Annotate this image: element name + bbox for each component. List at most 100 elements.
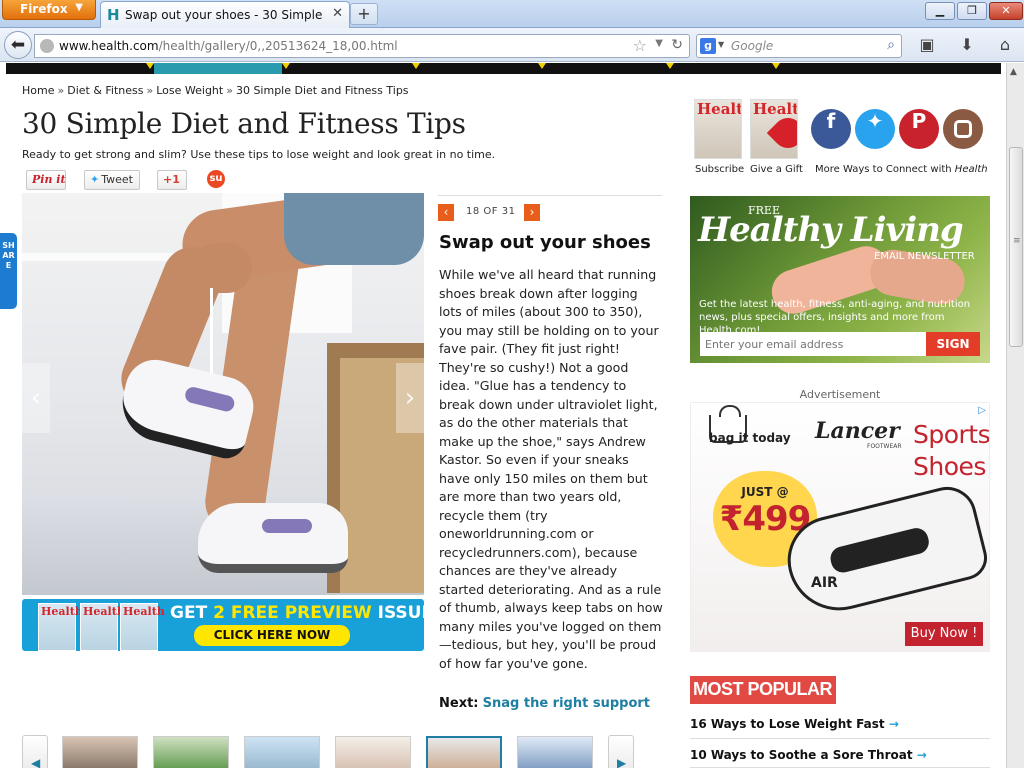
triangle-right-icon: ▶ [617, 756, 627, 768]
stumbleupon-icon[interactable]: su [207, 170, 225, 188]
gplus-label: +1 [163, 173, 180, 186]
globe-icon [40, 39, 54, 53]
firefox-label: Firefox [20, 2, 68, 16]
tweet-label: Tweet [101, 173, 133, 186]
thumbnail[interactable] [517, 736, 593, 768]
thumbs-prev-button[interactable]: ◀ [22, 735, 48, 768]
page-subtitle: Ready to get strong and slim? Use these … [22, 148, 496, 161]
history-dropdown-icon[interactable]: ▼ [655, 38, 663, 49]
buy-now-button[interactable]: Buy Now ! [905, 622, 983, 646]
share-tab[interactable]: SHARE [0, 233, 17, 309]
nav-arrow-icon [772, 63, 780, 69]
divider [690, 738, 990, 739]
subscribe-link[interactable]: Subscribe [695, 164, 744, 175]
downloads-icon[interactable]: ⬇ [952, 34, 982, 56]
bookmark-star-icon[interactable]: ☆ [633, 36, 647, 55]
share-label: SHARE [2, 241, 15, 270]
slide-body: While we've all heard that running shoes… [439, 267, 663, 671]
url-text[interactable]: www.health.com/health/gallery/0,,2051362… [59, 39, 398, 53]
ad-bag-text: bag it today [709, 431, 791, 445]
minimize-button[interactable]: ▁ [925, 2, 955, 20]
firefox-menu-button[interactable]: Firefox ▼ [2, 0, 96, 20]
pin-it-label: Pin it [32, 173, 66, 186]
twitter-icon[interactable]: ✦ [855, 109, 895, 149]
give-gift-link[interactable]: Give a Gift [750, 164, 803, 175]
photo-prev-arrow-icon[interactable]: ‹ [22, 363, 50, 433]
photo-next-arrow-icon[interactable]: › [396, 363, 424, 433]
address-bar[interactable]: www.health.com/health/gallery/0,,2051362… [34, 34, 690, 58]
next-slide-link: Next: Snag the right support [439, 696, 651, 711]
breadcrumb-diet-fitness[interactable]: Diet & Fitness [67, 84, 143, 97]
site-nav-active-tab[interactable] [154, 63, 282, 74]
gift-magazine-image[interactable]: Health [750, 99, 798, 159]
bookmarks-menu-icon[interactable]: ▣ [912, 34, 942, 56]
page-title: 30 Simple Diet and Fitness Tips [22, 107, 466, 140]
newsletter-signup: FREE Healthy Living EMAIL NEWSLETTER Get… [690, 196, 990, 363]
arrow-right-icon: → [916, 748, 927, 762]
thumbnail[interactable] [62, 736, 138, 768]
newsletter-title: Healthy Living [698, 210, 964, 250]
tweet-button[interactable]: ✦ Tweet [84, 170, 140, 190]
lancer-shoes-ad[interactable]: ▷ bag it today Lancer FOOTWEAR Sports Sho… [690, 402, 990, 652]
subscribe-magazine-image[interactable]: Health [694, 99, 742, 159]
magazine-cover-image: Health [80, 603, 125, 651]
close-tab-icon[interactable]: ✕ [332, 6, 343, 21]
google-icon[interactable]: g [700, 38, 716, 54]
title-bar: Firefox ▼ H Swap out your shoes - 30 Simp… [0, 0, 1024, 28]
vertical-scrollbar[interactable]: ▲ [1006, 63, 1024, 768]
search-bar[interactable]: g ▼ Google ⌕ [696, 34, 902, 58]
breadcrumb-home[interactable]: Home [22, 84, 54, 97]
divider [438, 195, 662, 196]
slide-photo: ‹ › [22, 193, 424, 595]
pin-it-button[interactable]: Pin it [26, 170, 66, 190]
google-plus-button[interactable]: +1 [157, 170, 187, 190]
pinterest-icon[interactable]: P [899, 109, 939, 149]
popular-link[interactable]: 10 Ways to Soothe a Sore Throat → [690, 748, 927, 762]
nav-arrow-icon [282, 63, 290, 69]
popular-link[interactable]: 16 Ways to Lose Weight Fast → [690, 717, 899, 731]
site-nav-bar[interactable] [6, 63, 1001, 74]
thumbnail[interactable] [335, 736, 411, 768]
chevron-down-icon: ▼ [75, 2, 83, 13]
home-icon[interactable]: ⌂ [990, 34, 1020, 56]
most-popular-heading: MOST POPULAR [690, 676, 837, 704]
browser-tab[interactable]: H Swap out your shoes - 30 Simple Diet a… [100, 1, 350, 28]
arrow-right-icon: → [888, 717, 899, 731]
restore-button[interactable]: ❐ [957, 2, 987, 20]
nav-arrow-icon [538, 63, 546, 69]
breadcrumb-lose-weight[interactable]: Lose Weight [156, 84, 223, 97]
scroll-thumb[interactable] [1009, 147, 1023, 347]
twitter-bird-icon: ✦ [90, 173, 100, 186]
web-page: SHARE Home» Diet & Fitness» Lose Weight» 30… [0, 63, 1006, 768]
engine-dropdown-icon[interactable]: ▼ [718, 40, 724, 49]
next-slide-button[interactable]: › [524, 204, 540, 221]
breadcrumb: Home» Diet & Fitness» Lose Weight» 30 Simpl… [22, 84, 409, 97]
instagram-icon[interactable] [943, 109, 983, 149]
back-button[interactable]: ⬅ [4, 31, 32, 59]
breadcrumb-current[interactable]: 30 Simple Diet and Fitness Tips [236, 84, 409, 97]
thumbs-next-button[interactable]: ▶ [608, 735, 634, 768]
slide-title: Swap out your shoes [439, 232, 651, 253]
prev-slide-button[interactable]: ‹ [438, 204, 454, 221]
scroll-up-icon[interactable]: ▲ [1010, 67, 1017, 77]
advertisement-label: Advertisement [799, 388, 881, 401]
thumbnail[interactable] [153, 736, 229, 768]
next-slide-link-text[interactable]: Snag the right support [483, 696, 650, 711]
facebook-icon[interactable]: f [811, 109, 851, 149]
free-issues-banner[interactable]: Health Health Health GET 2 FREE PREVIEW … [22, 599, 424, 651]
ad-footwear: FOOTWEAR [867, 443, 902, 450]
sign-up-button[interactable]: SIGN UP! [926, 332, 980, 363]
thumbnail-selected[interactable] [426, 736, 502, 768]
thumbnail[interactable] [244, 736, 320, 768]
search-icon[interactable]: ⌕ [887, 37, 895, 53]
triangle-left-icon: ◀ [31, 756, 41, 768]
click-here-now-button[interactable]: CLICK HERE NOW [194, 625, 350, 646]
new-tab-button[interactable]: + [350, 3, 378, 25]
adchoices-icon[interactable]: ▷ [978, 405, 986, 416]
site-favicon-icon: H [107, 6, 120, 24]
ad-air-label: AIR [811, 575, 838, 591]
magazine-cover-image: Health [38, 603, 83, 651]
close-window-button[interactable]: ✕ [989, 2, 1023, 20]
email-field[interactable] [700, 332, 926, 356]
reload-icon[interactable]: ↻ [671, 37, 683, 53]
